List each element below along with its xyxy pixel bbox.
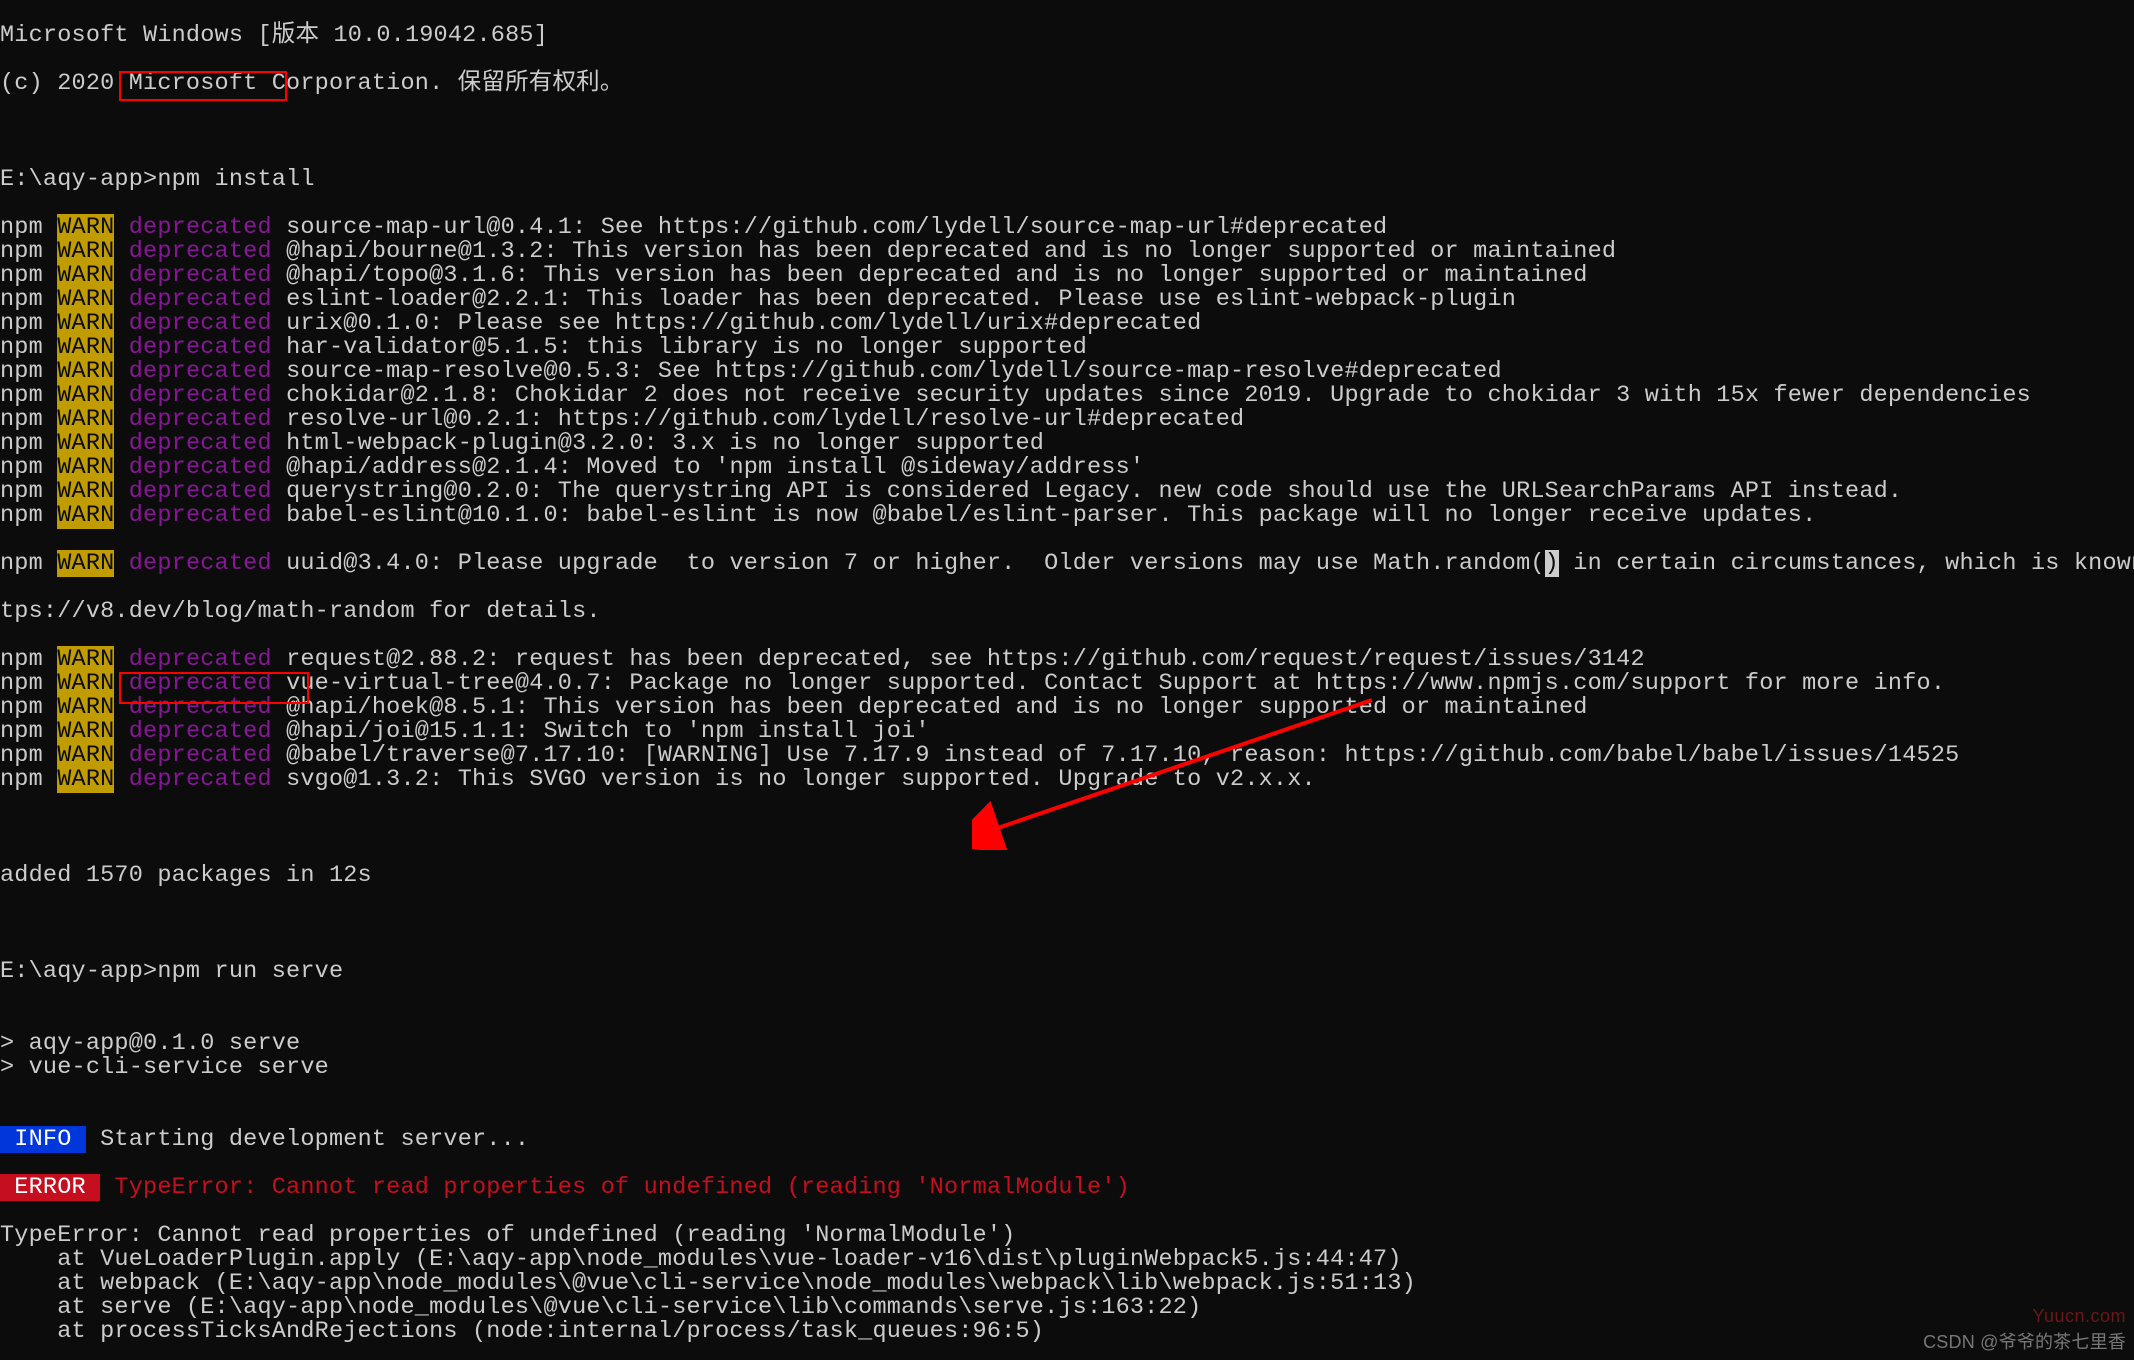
warn-badge: WARN bbox=[57, 454, 114, 481]
deprecated-label: deprecated bbox=[114, 286, 271, 313]
warn-badge: WARN bbox=[57, 646, 114, 673]
deprecated-label: deprecated bbox=[114, 334, 271, 361]
serve-output bbox=[0, 1008, 2134, 1032]
deprecated-label: deprecated bbox=[114, 406, 271, 433]
npm-warn-line: npm WARN deprecated vue-virtual-tree@4.0… bbox=[0, 672, 2134, 696]
warn-badge: WARN bbox=[57, 430, 114, 457]
prompt-path: E:\aqy-app> bbox=[0, 958, 157, 985]
error-line: ERROR TypeError: Cannot read properties … bbox=[0, 1176, 2134, 1200]
warn-badge: WARN bbox=[57, 742, 114, 769]
added-line: added 1570 packages in 12s bbox=[0, 864, 2134, 888]
deprecated-label: deprecated bbox=[114, 310, 271, 337]
deprecated-label: deprecated bbox=[114, 766, 271, 793]
error-badge: ERROR bbox=[0, 1174, 100, 1201]
serve-output: > aqy-app@0.1.0 serve bbox=[0, 1032, 2134, 1056]
npm-warn-line: npm WARN deprecated @hapi/address@2.1.4:… bbox=[0, 456, 2134, 480]
info-line: INFO Starting development server... bbox=[0, 1128, 2134, 1152]
error-message: TypeError: Cannot read properties of und… bbox=[100, 1174, 1130, 1201]
npm-warn-line: npm WARN deprecated svgo@1.3.2: This SVG… bbox=[0, 768, 2134, 792]
stack-trace-line: at VueLoaderPlugin.apply (E:\aqy-app\nod… bbox=[0, 1248, 2134, 1272]
npm-warn-line: npm WARN deprecated source-map-resolve@0… bbox=[0, 360, 2134, 384]
deprecated-label: deprecated bbox=[114, 694, 271, 721]
npm-warn-line: npm WARN deprecated @babel/traverse@7.17… bbox=[0, 744, 2134, 768]
npm-warn-line: npm WARN deprecated request@2.88.2: requ… bbox=[0, 648, 2134, 672]
warn-badge: WARN bbox=[57, 286, 114, 313]
blank bbox=[0, 120, 2134, 144]
warn-badge: WARN bbox=[57, 550, 114, 577]
warn-badge: WARN bbox=[57, 214, 114, 241]
npm-warn-line: npm WARN deprecated @hapi/joi@15.1.1: Sw… bbox=[0, 720, 2134, 744]
npm-warn-line: npm WARN deprecated har-validator@5.1.5:… bbox=[0, 336, 2134, 360]
os-header-1: Microsoft Windows [版本 10.0.19042.685] bbox=[0, 24, 2134, 48]
deprecated-label: deprecated bbox=[114, 478, 271, 505]
deprecated-label: deprecated bbox=[114, 742, 271, 769]
warn-badge: WARN bbox=[57, 766, 114, 793]
info-badge: INFO bbox=[0, 1126, 86, 1153]
terminal-window[interactable]: Microsoft Windows [版本 10.0.19042.685] (c… bbox=[0, 0, 2134, 1360]
deprecated-label: deprecated bbox=[114, 550, 271, 577]
uuid-cont: tps://v8.dev/blog/math-random for detail… bbox=[0, 600, 2134, 624]
prompt-path: E:\aqy-app> bbox=[0, 166, 157, 193]
serve-output bbox=[0, 1080, 2134, 1104]
warn-badge: WARN bbox=[57, 358, 114, 385]
warn-badge: WARN bbox=[57, 262, 114, 289]
warn-badge: WARN bbox=[57, 694, 114, 721]
stack-trace-line: at webpack (E:\aqy-app\node_modules\@vue… bbox=[0, 1272, 2134, 1296]
deprecated-label: deprecated bbox=[114, 502, 271, 529]
warn-badge: WARN bbox=[57, 334, 114, 361]
npm-warn-line: npm WARN deprecated @hapi/hoek@8.5.1: Th… bbox=[0, 696, 2134, 720]
deprecated-label: deprecated bbox=[114, 718, 271, 745]
npm-warn-line: npm WARN deprecated uuid@3.4.0: Please u… bbox=[0, 552, 2134, 576]
npm-warn-line: npm WARN deprecated html-webpack-plugin@… bbox=[0, 432, 2134, 456]
warn-badge: WARN bbox=[57, 502, 114, 529]
deprecated-label: deprecated bbox=[114, 454, 271, 481]
warn-badge: WARN bbox=[57, 718, 114, 745]
blank bbox=[0, 816, 2134, 840]
typed-command: npm run serve bbox=[157, 958, 343, 985]
deprecated-label: deprecated bbox=[114, 214, 271, 241]
npm-warn-line: npm WARN deprecated resolve-url@0.2.1: h… bbox=[0, 408, 2134, 432]
deprecated-label: deprecated bbox=[114, 262, 271, 289]
deprecated-label: deprecated bbox=[114, 358, 271, 385]
npm-warn-line: npm WARN deprecated @hapi/topo@3.1.6: Th… bbox=[0, 264, 2134, 288]
deprecated-label: deprecated bbox=[114, 670, 271, 697]
deprecated-label: deprecated bbox=[114, 646, 271, 673]
warn-badge: WARN bbox=[57, 310, 114, 337]
npm-warn-line: npm WARN deprecated querystring@0.2.0: T… bbox=[0, 480, 2134, 504]
warn-badge: WARN bbox=[57, 238, 114, 265]
prompt-line-1[interactable]: E:\aqy-app>npm install bbox=[0, 168, 2134, 192]
warn-badge: WARN bbox=[57, 670, 114, 697]
serve-output: > vue-cli-service serve bbox=[0, 1056, 2134, 1080]
deprecated-label: deprecated bbox=[114, 382, 271, 409]
stack-trace-line: TypeError: Cannot read properties of und… bbox=[0, 1224, 2134, 1248]
prompt-line-2[interactable]: E:\aqy-app>npm run serve bbox=[0, 960, 2134, 984]
deprecated-label: deprecated bbox=[114, 430, 271, 457]
warn-badge: WARN bbox=[57, 478, 114, 505]
deprecated-label: deprecated bbox=[114, 238, 271, 265]
npm-warn-line: npm WARN deprecated source-map-url@0.4.1… bbox=[0, 216, 2134, 240]
npm-warn-line: npm WARN deprecated urix@0.1.0: Please s… bbox=[0, 312, 2134, 336]
warn-badge: WARN bbox=[57, 406, 114, 433]
typed-command: npm install bbox=[157, 166, 314, 193]
os-header-2: (c) 2020 Microsoft Corporation. 保留所有权利。 bbox=[0, 72, 2134, 96]
cursor: ) bbox=[1545, 550, 1559, 577]
npm-warn-line: npm WARN deprecated @hapi/bourne@1.3.2: … bbox=[0, 240, 2134, 264]
watermark-csdn: CSDN @爷爷的茶七里香 bbox=[1923, 1330, 2126, 1354]
watermark-yuucn: Yuucn.com bbox=[2032, 1304, 2126, 1328]
stack-trace-line: at serve (E:\aqy-app\node_modules\@vue\c… bbox=[0, 1296, 2134, 1320]
blank bbox=[0, 912, 2134, 936]
npm-warn-line: npm WARN deprecated babel-eslint@10.1.0:… bbox=[0, 504, 2134, 528]
npm-warn-line: npm WARN deprecated eslint-loader@2.2.1:… bbox=[0, 288, 2134, 312]
stack-trace-line: at processTicksAndRejections (node:inter… bbox=[0, 1320, 2134, 1344]
npm-warn-line: npm WARN deprecated chokidar@2.1.8: Chok… bbox=[0, 384, 2134, 408]
warn-badge: WARN bbox=[57, 382, 114, 409]
